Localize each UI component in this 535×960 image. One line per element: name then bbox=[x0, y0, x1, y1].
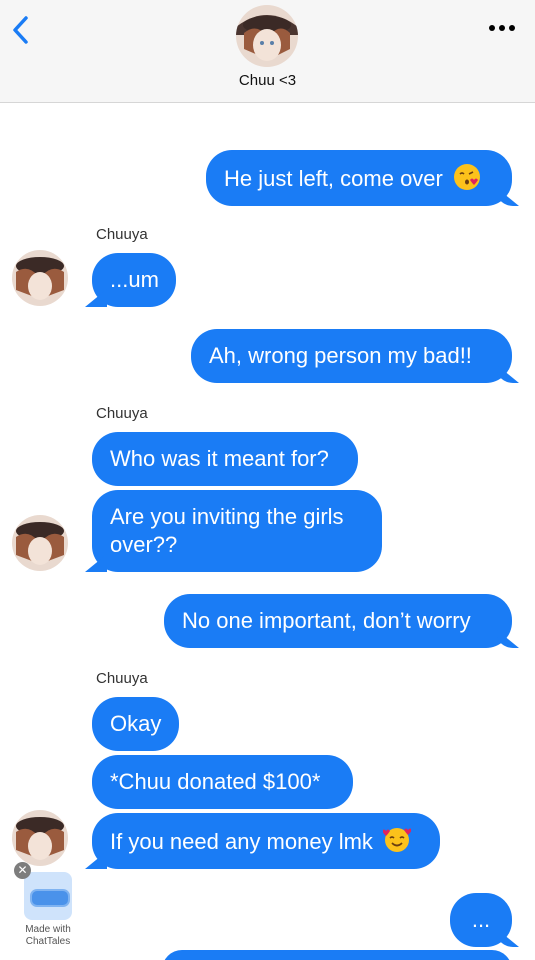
message-bubble-outgoing[interactable]: Ah, wrong person my bad!! bbox=[191, 329, 512, 383]
message-text: If you need any money lmk bbox=[110, 829, 373, 854]
chattales-watermark: ✕ Made with ChatTales bbox=[14, 862, 80, 952]
typing-indicator-text: ... bbox=[471, 907, 491, 932]
message-bubble-incoming[interactable]: Are you inviting the girls over?? bbox=[92, 490, 382, 572]
message-text-line: Are you inviting the girls bbox=[110, 504, 344, 529]
message-text-line: over?? bbox=[110, 532, 178, 557]
message-bubble-outgoing-partial[interactable] bbox=[162, 950, 512, 960]
message-bubble-incoming[interactable]: If you need any money lmk bbox=[92, 813, 440, 869]
sender-avatar[interactable] bbox=[12, 250, 68, 306]
conversation-header: Chuu <3 bbox=[0, 0, 535, 103]
message-bubble-incoming[interactable]: Okay bbox=[92, 697, 179, 751]
message-text: Who was it meant for? bbox=[110, 446, 329, 471]
message-bubble-incoming[interactable]: Who was it meant for? bbox=[92, 432, 358, 486]
watermark-line: Made with bbox=[25, 924, 71, 935]
kissing-face-emoji-icon bbox=[454, 164, 480, 190]
contact-name[interactable]: Chuu <3 bbox=[0, 72, 535, 89]
smiling-face-with-hearts-emoji-icon bbox=[383, 828, 412, 852]
message-text: ...um bbox=[110, 267, 159, 292]
message-bubble-incoming[interactable]: ...um bbox=[92, 253, 176, 307]
message-bubble-outgoing[interactable]: He just left, come over bbox=[206, 150, 512, 206]
chat-bubble-icon bbox=[24, 872, 72, 920]
watermark-line: ChatTales bbox=[25, 936, 71, 947]
typing-indicator-bubble: ... bbox=[450, 893, 512, 947]
ellipsis-icon[interactable] bbox=[487, 18, 517, 38]
message-text: Okay bbox=[110, 711, 162, 736]
message-bubble-incoming[interactable]: *Chuu donated $100* bbox=[92, 755, 353, 809]
message-text: Ah, wrong person my bad!! bbox=[209, 343, 472, 368]
watermark-text: Made with ChatTales bbox=[14, 924, 82, 948]
close-icon[interactable]: ✕ bbox=[14, 862, 31, 879]
sender-avatar[interactable] bbox=[12, 810, 68, 866]
sender-name: Chuuya bbox=[96, 226, 148, 243]
message-text: He just left, come over bbox=[224, 166, 443, 191]
message-bubble-outgoing[interactable]: No one important, don’t worry bbox=[164, 594, 512, 648]
sender-name: Chuuya bbox=[96, 405, 148, 422]
message-text: No one important, don’t worry bbox=[182, 608, 471, 633]
chevron-left-icon[interactable] bbox=[8, 12, 36, 48]
contact-avatar[interactable] bbox=[236, 5, 298, 67]
sender-name: Chuuya bbox=[96, 670, 148, 687]
message-text: *Chuu donated $100* bbox=[110, 769, 321, 794]
sender-avatar[interactable] bbox=[12, 515, 68, 571]
